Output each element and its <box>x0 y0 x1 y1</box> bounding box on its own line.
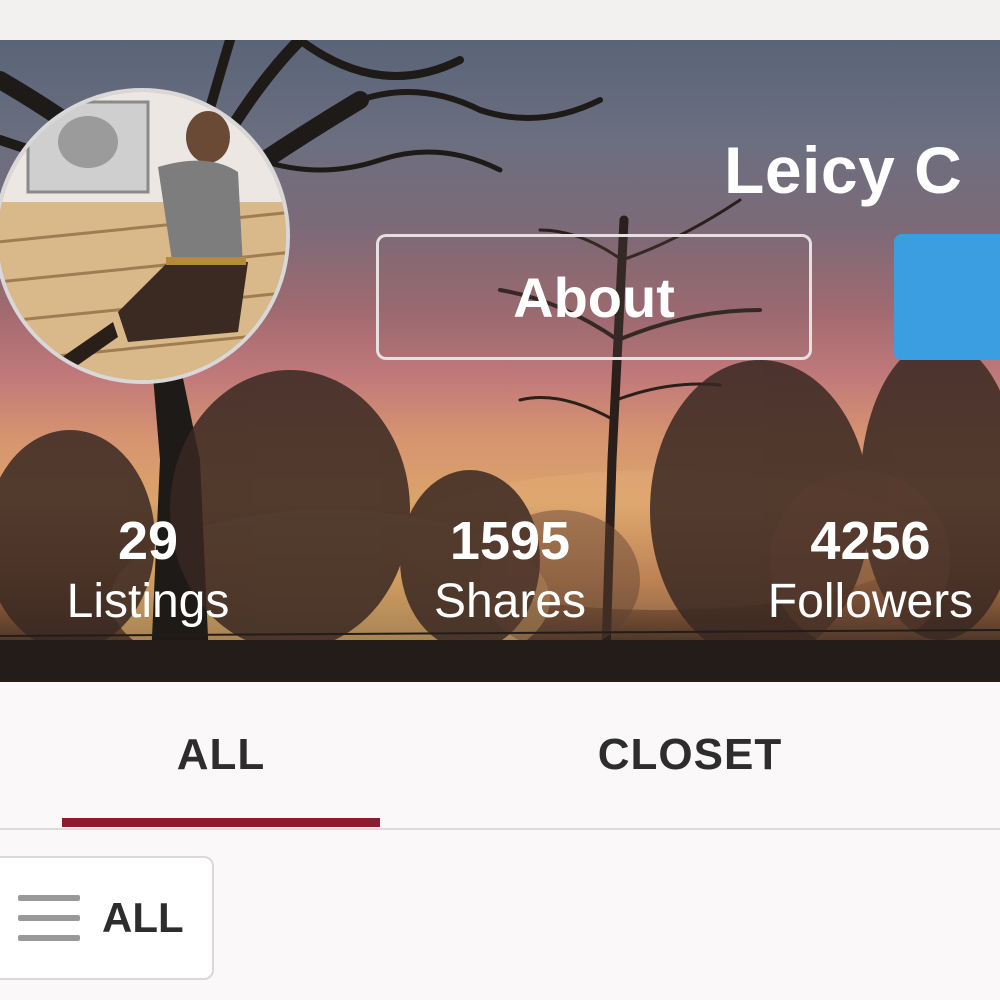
selected-tab-indicator <box>62 818 380 827</box>
listings-stat[interactable]: 29 Listings <box>48 510 248 632</box>
avatar[interactable] <box>0 88 290 384</box>
followers-label: Followers <box>767 575 974 628</box>
listings-count: 29 <box>117 511 179 571</box>
shares-label: Shares <box>433 575 587 628</box>
profile-photo <box>0 92 286 380</box>
top-bar <box>0 0 1000 40</box>
filter-label: ALL <box>102 894 184 941</box>
about-button[interactable]: About <box>376 234 812 360</box>
shares-stat[interactable]: 1595 Shares <box>410 510 610 632</box>
follow-button[interactable] <box>894 234 1000 360</box>
shares-count: 1595 <box>449 511 571 571</box>
tab-bar: ALL CLOSET <box>0 682 1000 830</box>
followers-count: 4256 <box>810 511 931 571</box>
tab-closet[interactable]: CLOSET <box>520 682 860 828</box>
listings-label: Listings <box>66 575 230 628</box>
profile-name: Leicy C <box>724 133 963 207</box>
tab-all[interactable]: ALL <box>62 682 380 828</box>
cover-photo: Leicy C About 29 Listings 1595 Shares 42… <box>0 40 1000 682</box>
followers-stat[interactable]: 4256 Followers <box>748 510 993 632</box>
menu-icon <box>18 895 80 941</box>
filter-button[interactable]: ALL <box>0 856 214 980</box>
tab-divider <box>0 828 1000 830</box>
